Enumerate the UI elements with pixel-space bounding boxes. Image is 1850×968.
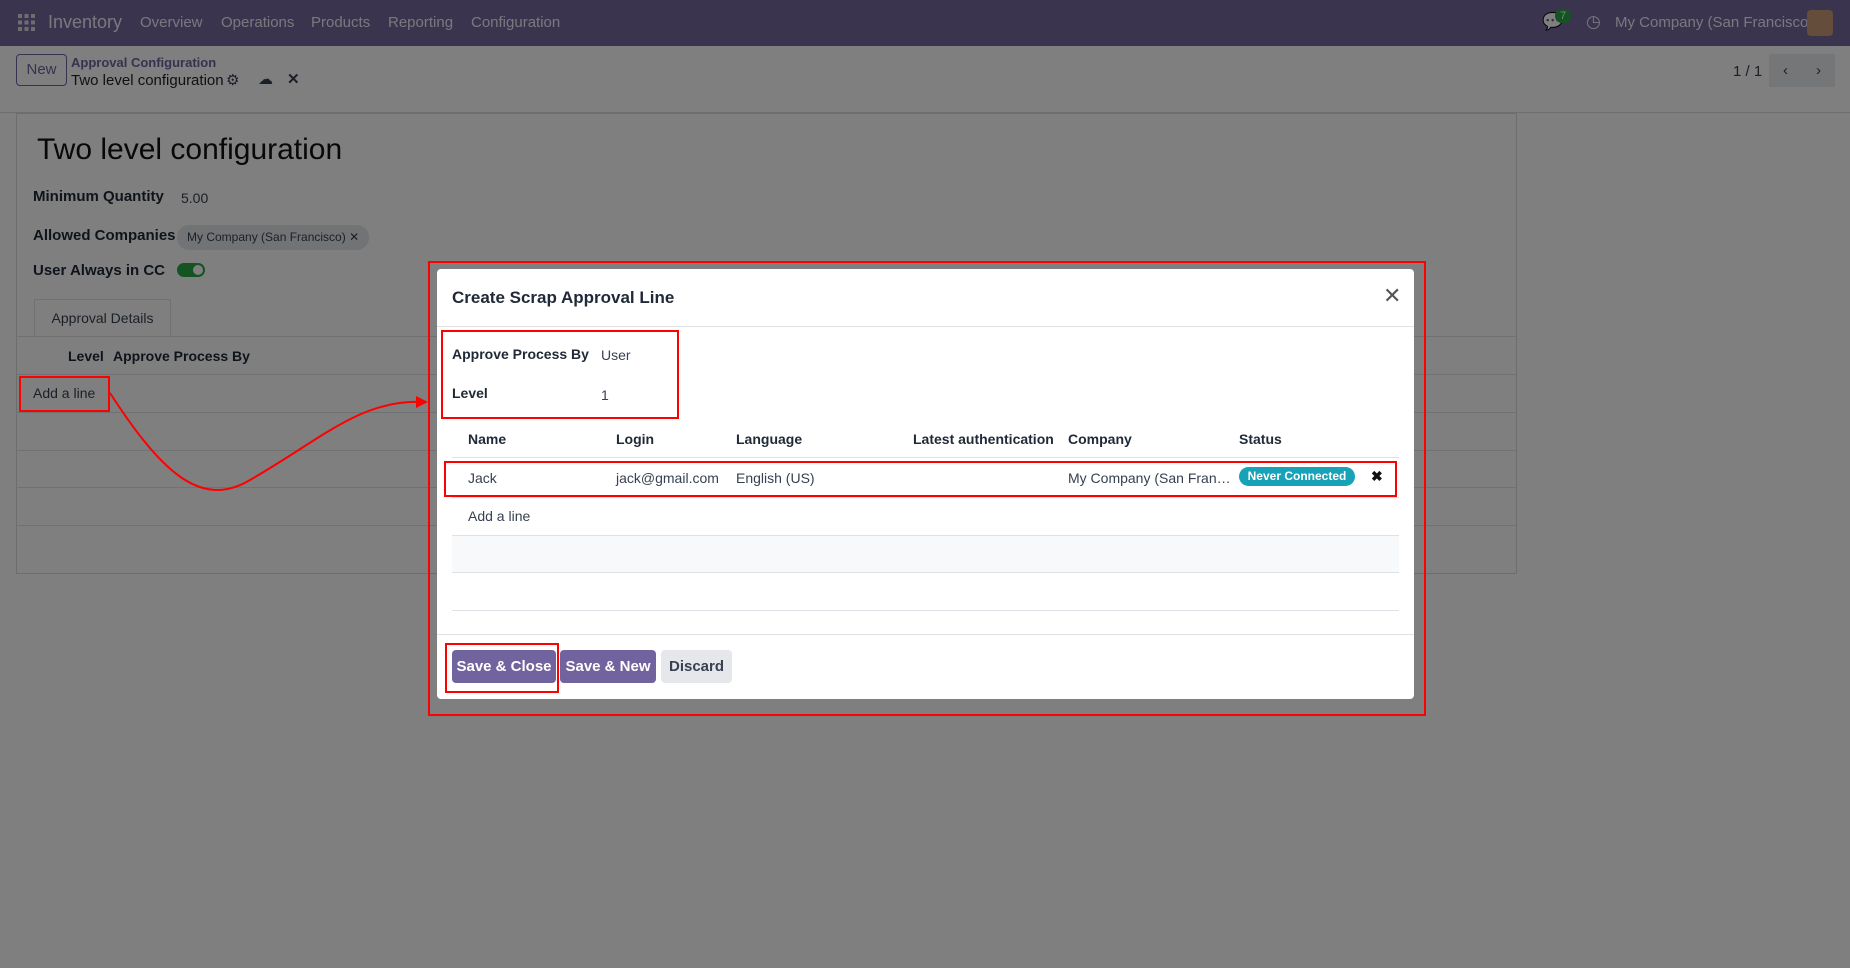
col-login[interactable]: Login [616,431,654,447]
add-line-link[interactable]: Add a line [468,508,530,524]
divider [452,572,1399,573]
dialog-title: Create Scrap Approval Line [452,288,675,307]
col-status[interactable]: Status [1239,431,1282,447]
col-language[interactable]: Language [736,431,802,447]
close-icon[interactable]: ✕ [1383,283,1401,309]
annotation-box-save [445,643,559,693]
col-name[interactable]: Name [468,431,506,447]
divider [437,326,1414,327]
annotation-box-fields [441,330,679,419]
divider [452,610,1399,611]
save-new-button[interactable]: Save & New [560,650,656,683]
col-latest-auth[interactable]: Latest authentication [913,431,1054,447]
divider [452,497,1399,498]
create-approval-line-dialog: Create Scrap Approval Line ✕ Approve Pro… [437,269,1414,699]
divider [452,457,1399,458]
discard-button[interactable]: Discard [661,650,732,683]
col-company[interactable]: Company [1068,431,1132,447]
divider [437,634,1414,635]
empty-row [452,536,1399,572]
annotation-box-row [444,461,1397,497]
